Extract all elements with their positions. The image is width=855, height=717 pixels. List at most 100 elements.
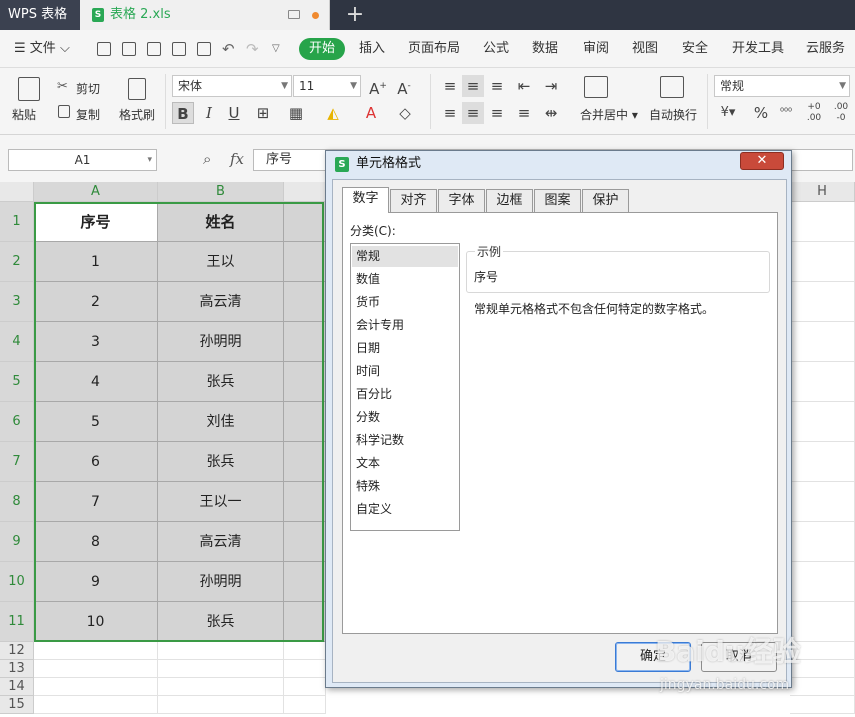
empty-cell[interactable] [158,642,284,660]
table-cell[interactable]: 8 [34,522,158,562]
fx-button[interactable]: fx [230,150,244,168]
row-header[interactable]: 9 [0,522,34,562]
empty-cell[interactable] [790,522,855,562]
row-header[interactable]: 15 [0,696,34,714]
monitor-icon[interactable] [288,10,300,19]
row-header[interactable]: 10 [0,562,34,602]
paste-button[interactable]: 粘贴 [12,106,36,123]
table-cell[interactable]: 1 [34,242,158,282]
pdf-icon[interactable] [147,42,161,56]
font-color-icon[interactable]: A [360,102,382,124]
table-cell[interactable]: 3 [34,322,158,362]
empty-cell[interactable] [790,322,855,362]
table-cell[interactable] [284,442,326,482]
table-cell[interactable] [284,242,326,282]
empty-cell[interactable] [790,202,855,242]
table-cell[interactable]: 孙明明 [158,322,284,362]
percent-button[interactable]: % [750,102,772,124]
table-cell[interactable]: 孙明明 [158,562,284,602]
thousands-icon[interactable]: ⁰⁰⁰ [775,102,797,124]
tab-protection[interactable]: 保护 [582,189,629,212]
table-cell[interactable]: 10 [34,602,158,642]
column-header-b[interactable]: B [158,182,284,202]
table-cell[interactable] [284,522,326,562]
empty-cell[interactable] [34,696,158,714]
align-middle-icon[interactable]: ≡ [462,75,484,97]
menu-home[interactable]: 开始 [299,38,346,60]
row-header[interactable]: 1 [0,202,34,242]
header-cell[interactable]: 姓名 [158,202,284,242]
table-cell[interactable]: 王以 [158,242,284,282]
empty-cell[interactable] [790,482,855,522]
undo-icon[interactable]: ↶ [222,30,235,68]
dialog-title-bar[interactable]: S 单元格格式 ✕ [326,151,791,177]
table-cell[interactable]: 张兵 [158,442,284,482]
category-item[interactable]: 数值 [352,269,458,290]
menu-review[interactable]: 审阅 [583,30,609,68]
copy-button[interactable]: 复制 [76,106,100,123]
empty-cell[interactable] [790,562,855,602]
table-cell[interactable] [284,602,326,642]
header-cell[interactable]: 序号 [34,202,158,242]
empty-cell[interactable] [790,402,855,442]
row-header[interactable]: 2 [0,242,34,282]
menu-view[interactable]: 视图 [632,30,658,68]
print-icon[interactable] [172,42,186,56]
bold-button[interactable]: B [172,102,194,124]
clear-eraser-icon[interactable]: ◇ [394,102,416,124]
name-box[interactable]: A1 ▾ [8,149,157,171]
align-bottom-icon[interactable]: ≡ [486,75,508,97]
table-cell[interactable]: 6 [34,442,158,482]
column-header-h[interactable]: H [790,182,855,202]
row-header[interactable]: 3 [0,282,34,322]
empty-cell[interactable] [284,696,326,714]
new-tab-button[interactable]: + [340,0,370,30]
file-menu[interactable]: ☰ 文件 ⌵ [14,30,70,68]
empty-cell[interactable] [790,242,855,282]
row-header[interactable]: 13 [0,660,34,678]
table-cell[interactable] [284,562,326,602]
table-cell[interactable]: 张兵 [158,602,284,642]
row-header[interactable]: 14 [0,678,34,696]
table-cell[interactable]: 王以一 [158,482,284,522]
format-painter-button[interactable]: 格式刷 [119,106,155,123]
category-item[interactable]: 科学记数 [352,430,458,451]
redo-icon[interactable]: ↷ [246,30,259,68]
table-cell[interactable] [284,202,326,242]
paste-icon[interactable] [18,77,40,101]
row-header[interactable]: 4 [0,322,34,362]
table-cell[interactable]: 张兵 [158,362,284,402]
category-item[interactable]: 货币 [352,292,458,313]
empty-cell[interactable] [790,696,855,714]
table-cell[interactable] [284,282,326,322]
menu-data[interactable]: 数据 [532,30,558,68]
borders-icon[interactable]: ⊞ [252,102,274,124]
row-header[interactable]: 12 [0,642,34,660]
table-cell[interactable]: 高云清 [158,522,284,562]
category-list[interactable]: 常规 数值 货币 会计专用 日期 时间 百分比 分数 科学记数 文本 特殊 自定义 [350,243,460,531]
empty-cell[interactable] [790,362,855,402]
font-name-combo[interactable]: 宋体 ▼ [172,75,292,97]
menu-page-layout[interactable]: 页面布局 [408,30,460,68]
table-cell[interactable] [284,482,326,522]
column-header-a[interactable]: A [34,182,158,202]
zoom-search-icon[interactable]: ⌕ [203,150,211,168]
empty-cell[interactable] [158,660,284,678]
menu-formulas[interactable]: 公式 [483,30,509,68]
empty-cell[interactable] [790,282,855,322]
category-item[interactable]: 会计专用 [352,315,458,336]
row-header[interactable]: 6 [0,402,34,442]
distribute-icon[interactable]: ⇹ [540,102,562,124]
menu-insert[interactable]: 插入 [359,30,385,68]
category-item[interactable]: 自定义 [352,499,458,520]
document-tab[interactable]: S 表格 2.xls [80,0,330,30]
tab-font[interactable]: 字体 [438,189,485,212]
category-item[interactable]: 分数 [352,407,458,428]
decrease-indent-icon[interactable]: ⇤ [513,75,535,97]
column-header-c[interactable] [284,182,326,202]
italic-button[interactable]: I [198,102,220,124]
table-cell[interactable]: 9 [34,562,158,602]
increase-indent-icon[interactable]: ⇥ [540,75,562,97]
tab-number[interactable]: 数字 [342,187,389,213]
row-header[interactable]: 5 [0,362,34,402]
